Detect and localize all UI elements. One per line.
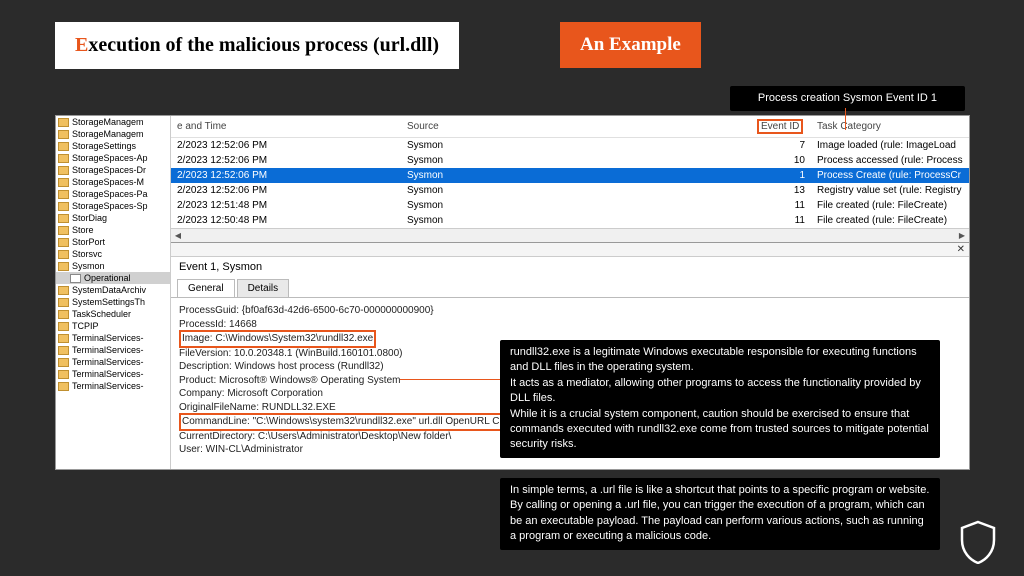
- folder-icon: [58, 178, 69, 187]
- folder-icon: [58, 214, 69, 223]
- detail-processguid: ProcessGuid: {bf0af63d-42d6-6500-6c70-00…: [179, 304, 961, 318]
- folder-icon: [58, 358, 69, 367]
- folder-icon: [58, 166, 69, 175]
- event-list: e and Time Source Event ID Task Category…: [171, 116, 969, 243]
- eventid-highlight: Event ID: [757, 119, 803, 134]
- tab-general[interactable]: General: [177, 279, 235, 297]
- folder-icon: [58, 310, 69, 319]
- tree-item[interactable]: TerminalServices-: [56, 380, 170, 392]
- annotation-rundll32: rundll32.exe is a legitimate Windows exe…: [500, 340, 940, 458]
- tree-item-operational[interactable]: Operational: [56, 272, 170, 284]
- col-eventid-header[interactable]: Event ID: [751, 116, 811, 138]
- tree-item[interactable]: StorDiag: [56, 212, 170, 224]
- col-date-header[interactable]: e and Time: [171, 116, 401, 138]
- tree-item[interactable]: StorageSpaces-Sp: [56, 200, 170, 212]
- tree-item[interactable]: TCPIP: [56, 320, 170, 332]
- folder-icon: [58, 370, 69, 379]
- folder-icon: [58, 190, 69, 199]
- connector-line: [400, 379, 500, 380]
- folder-icon: [58, 118, 69, 127]
- tree-item[interactable]: StorageSpaces-Ap: [56, 152, 170, 164]
- tree-item[interactable]: StorageSpaces-M: [56, 176, 170, 188]
- detail-image-highlight: Image: C:\Windows\System32\rundll32.exe: [179, 330, 376, 348]
- scroll-right-icon[interactable]: ▶: [955, 229, 969, 242]
- folder-icon: [58, 322, 69, 331]
- tree-item[interactable]: StorageSettings: [56, 140, 170, 152]
- event-row[interactable]: 2/2023 12:52:06 PMSysmon13Registry value…: [171, 183, 969, 198]
- shield-logo-icon: [958, 520, 998, 564]
- detail-processid: ProcessId: 14668: [179, 318, 961, 332]
- scroll-left-icon[interactable]: ◀: [171, 229, 185, 242]
- tree-item[interactable]: Storsvc: [56, 248, 170, 260]
- tree-item[interactable]: TerminalServices-: [56, 332, 170, 344]
- h-scrollbar[interactable]: ◀ ▶: [171, 228, 969, 242]
- event-row[interactable]: 2/2023 12:51:48 PMSysmon11File created (…: [171, 198, 969, 213]
- tree-item[interactable]: SystemSettingsTh: [56, 296, 170, 308]
- page-title: Execution of the malicious process (url.…: [55, 22, 459, 69]
- detail-tabs: General Details: [171, 277, 969, 298]
- annotation-urlfile: In simple terms, a .url file is like a s…: [500, 478, 940, 550]
- folder-icon: [58, 286, 69, 295]
- log-icon: [70, 274, 81, 283]
- event-table: e and Time Source Event ID Task Category…: [171, 116, 969, 228]
- nav-tree[interactable]: StorageManagem StorageManagem StorageSet…: [56, 116, 171, 469]
- col-source-header[interactable]: Source: [401, 116, 751, 138]
- tree-item[interactable]: TerminalServices-: [56, 344, 170, 356]
- detail-title: Event 1, Sysmon: [171, 257, 969, 277]
- folder-icon: [58, 250, 69, 259]
- tree-item[interactable]: TerminalServices-: [56, 368, 170, 380]
- tree-item[interactable]: TerminalServices-: [56, 356, 170, 368]
- tree-item[interactable]: StorageManagem: [56, 116, 170, 128]
- col-task-header[interactable]: Task Category: [811, 116, 969, 138]
- folder-icon: [58, 346, 69, 355]
- folder-icon: [58, 202, 69, 211]
- tree-item[interactable]: Store: [56, 224, 170, 236]
- event-row[interactable]: 2/2023 12:52:06 PMSysmon7Image loaded (r…: [171, 138, 969, 154]
- folder-icon: [58, 382, 69, 391]
- detail-close-bar: ✕: [171, 243, 969, 257]
- annotation-eventid: Process creation Sysmon Event ID 1: [730, 86, 965, 111]
- folder-icon: [58, 142, 69, 151]
- folder-icon: [58, 154, 69, 163]
- example-badge: An Example: [560, 22, 701, 68]
- close-icon[interactable]: ✕: [957, 244, 965, 255]
- connector-line: [845, 108, 846, 130]
- folder-icon: [58, 334, 69, 343]
- folder-icon: [58, 298, 69, 307]
- event-row-selected[interactable]: 2/2023 12:52:06 PMSysmon1Process Create …: [171, 168, 969, 183]
- tree-item[interactable]: Sysmon: [56, 260, 170, 272]
- title-rest: xecution of the malicious process (url.d…: [88, 34, 439, 56]
- event-row[interactable]: 2/2023 12:50:48 PMSysmon11File created (…: [171, 213, 969, 228]
- folder-icon: [58, 262, 69, 271]
- tree-item[interactable]: TaskScheduler: [56, 308, 170, 320]
- tree-item[interactable]: StorageManagem: [56, 128, 170, 140]
- folder-icon: [58, 238, 69, 247]
- tree-item[interactable]: StorageSpaces-Pa: [56, 188, 170, 200]
- tab-details[interactable]: Details: [237, 279, 290, 297]
- tree-item[interactable]: SystemDataArchiv: [56, 284, 170, 296]
- folder-icon: [58, 226, 69, 235]
- folder-icon: [58, 130, 69, 139]
- tree-item[interactable]: StorPort: [56, 236, 170, 248]
- title-accent: E: [75, 34, 88, 56]
- tree-item[interactable]: StorageSpaces-Dr: [56, 164, 170, 176]
- event-row[interactable]: 2/2023 12:52:06 PMSysmon10Process access…: [171, 153, 969, 168]
